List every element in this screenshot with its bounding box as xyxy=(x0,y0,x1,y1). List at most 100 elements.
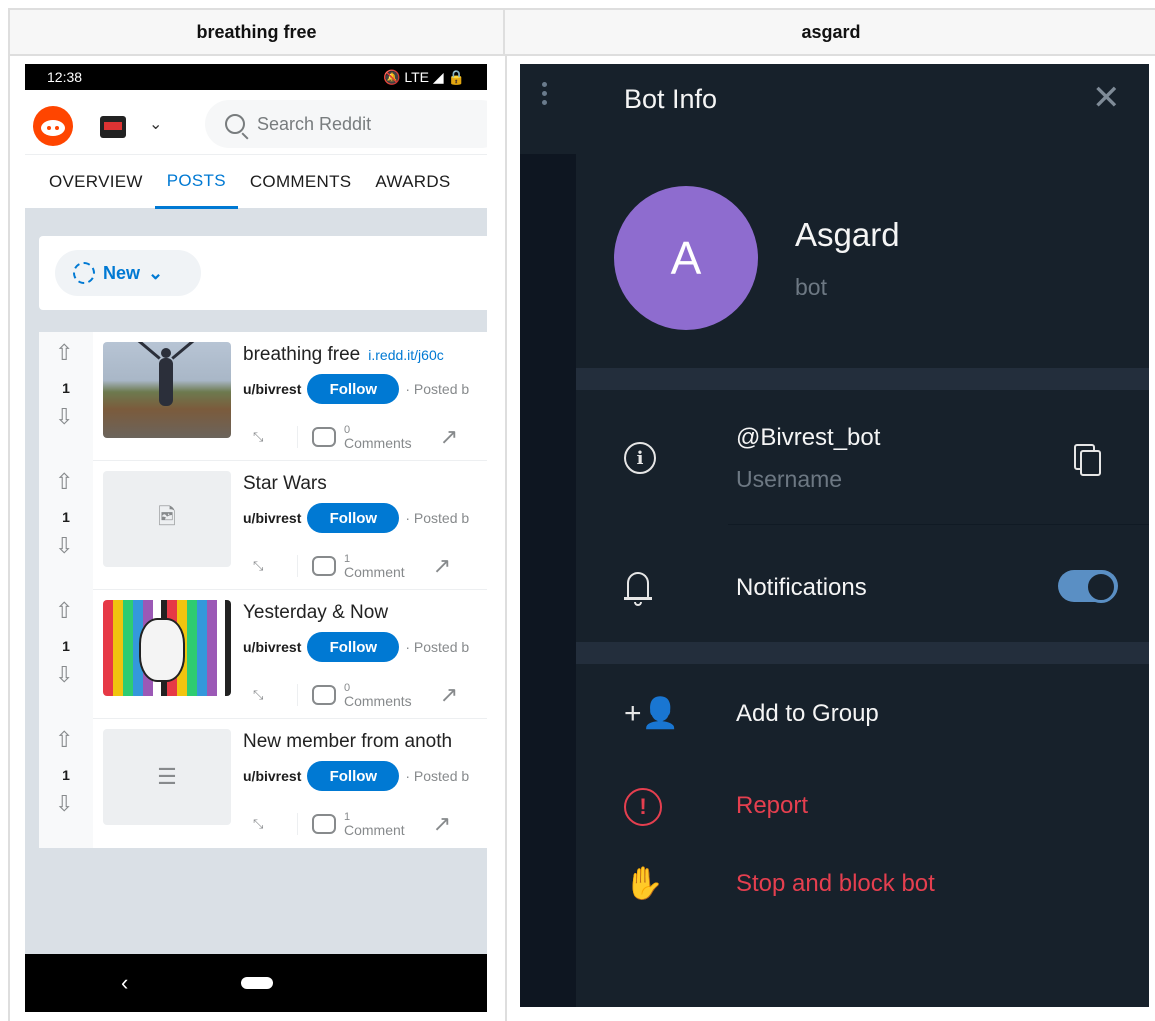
comment-icon[interactable] xyxy=(312,685,336,705)
home-pill-icon[interactable] xyxy=(241,977,273,989)
avatar[interactable]: A xyxy=(614,186,758,330)
comment-count[interactable]: 0 Comments xyxy=(344,424,412,450)
comment-icon[interactable] xyxy=(312,427,336,447)
post-title[interactable]: New member from anoth xyxy=(243,731,452,753)
report-icon: ! xyxy=(624,788,662,826)
stop-and-block-button[interactable]: Stop and block bot xyxy=(736,870,935,898)
post-author[interactable]: u/bivrest xyxy=(243,510,301,526)
downvote-icon[interactable]: ⇩ xyxy=(55,664,73,686)
vote-count: 1 xyxy=(62,509,70,525)
divider xyxy=(297,426,298,448)
status-time: 12:38 xyxy=(47,69,83,85)
tab-posts[interactable]: POSTS xyxy=(154,155,238,209)
search-input[interactable]: Search Reddit xyxy=(205,100,487,148)
image-placeholder-icon[interactable]: 🖻 xyxy=(103,471,231,567)
divider xyxy=(297,813,298,835)
reddit-logo-icon[interactable] xyxy=(33,106,73,146)
post-author[interactable]: u/bivrest xyxy=(243,381,301,397)
new-burst-icon xyxy=(73,262,95,284)
comment-count[interactable]: 0 Comments xyxy=(344,682,412,708)
follow-button[interactable]: Follow xyxy=(307,761,400,791)
tab-awards[interactable]: AWARDS xyxy=(363,155,462,209)
menu-dots-icon[interactable] xyxy=(542,82,548,109)
android-nav-bar: ‹ xyxy=(25,954,487,1012)
comment-count[interactable]: 1 Comment xyxy=(344,553,405,580)
comment-icon[interactable] xyxy=(312,814,336,834)
hand-stop-icon: ✋ xyxy=(624,865,664,901)
post-title-text: breathing free xyxy=(243,344,361,365)
divider xyxy=(728,524,1149,525)
upvote-icon[interactable]: ⇧ xyxy=(55,729,73,751)
section-divider xyxy=(576,642,1149,664)
panel-title: Bot Info xyxy=(624,84,718,114)
comment-label: Comment xyxy=(344,563,405,580)
sidebar-header xyxy=(520,64,576,154)
status-bar: 12:38 🔕 LTE ◢ 🔒 xyxy=(25,64,487,90)
follow-button[interactable]: Follow xyxy=(307,374,400,404)
expand-icon[interactable]: ⤡ xyxy=(253,687,283,703)
chevron-down-icon: ⌄ xyxy=(148,262,164,283)
post-domain-link[interactable]: i.redd.it/j60c xyxy=(368,347,443,363)
list-item[interactable]: ⇧ 1 ⇩ ☰ New member from anoth u/bivrest … xyxy=(39,719,487,848)
share-icon[interactable]: ↗ xyxy=(433,553,451,579)
add-to-group-button[interactable]: Add to Group xyxy=(736,700,879,728)
downvote-icon[interactable]: ⇩ xyxy=(55,406,73,428)
notifications-label[interactable]: Notifications xyxy=(736,574,867,602)
tab-overview[interactable]: OVERVIEW xyxy=(25,155,155,209)
upvote-icon[interactable]: ⇧ xyxy=(55,471,73,493)
follow-button[interactable]: Follow xyxy=(307,503,400,533)
post-actions: ⤡ 0 Comments ↗ xyxy=(253,682,458,708)
sort-dropdown[interactable]: New ⌄ xyxy=(55,250,201,296)
upvote-icon[interactable]: ⇧ xyxy=(55,600,73,622)
expand-icon[interactable]: ⤡ xyxy=(253,816,283,832)
status-indicators: 🔕 LTE ◢ 🔒 xyxy=(383,68,465,85)
share-icon[interactable]: ↗ xyxy=(440,424,458,450)
posted-by-text: · Posted b xyxy=(405,768,470,784)
username-value[interactable]: @Bivrest_bot xyxy=(736,424,880,452)
list-item[interactable]: ⇧ 1 ⇩ 🖻 Star Wars u/bivrest Follow · Pos… xyxy=(39,461,487,590)
chevron-down-icon[interactable]: ⌄ xyxy=(149,114,162,134)
comment-icon[interactable] xyxy=(312,556,336,576)
posted-by-text: · Posted b xyxy=(405,381,470,397)
bot-info-panel: Bot Info ✕ A Asgard bot i @Bivrest_bot U… xyxy=(576,64,1149,1007)
upvote-icon[interactable]: ⇧ xyxy=(55,342,73,364)
telegram-window: Bot Info ✕ A Asgard bot i @Bivrest_bot U… xyxy=(520,64,1149,1007)
comment-count[interactable]: 1 Comment xyxy=(344,811,405,837)
share-icon[interactable]: ↗ xyxy=(440,682,458,708)
downvote-icon[interactable]: ⇩ xyxy=(55,535,73,557)
profile-tabs: OVERVIEW POSTS COMMENTS AWARDS xyxy=(25,154,487,209)
follow-button[interactable]: Follow xyxy=(307,632,400,662)
expand-icon[interactable]: ⤡ xyxy=(253,429,283,445)
downvote-icon[interactable]: ⇩ xyxy=(55,793,73,815)
list-item[interactable]: ⇧ 1 ⇩ breathing free i.redd.it/j60c u/biv… xyxy=(39,332,487,461)
search-icon xyxy=(225,114,245,134)
vote-column: ⇧ 1 ⇩ xyxy=(39,719,93,848)
community-avatar[interactable] xyxy=(100,116,126,138)
post-title[interactable]: breathing free i.redd.it/j60c xyxy=(243,344,444,366)
report-button[interactable]: Report xyxy=(736,792,808,820)
vote-column: ⇧ 1 ⇩ xyxy=(39,461,93,590)
post-title[interactable]: Star Wars xyxy=(243,473,327,495)
close-icon[interactable]: ✕ xyxy=(1092,78,1121,118)
list-item[interactable]: ⇧ 1 ⇩ Yesterday & Now u/bivrest Follow ·… xyxy=(39,590,487,719)
post-meta: u/bivrest Follow · Posted b xyxy=(243,503,469,533)
post-author[interactable]: u/bivrest xyxy=(243,639,301,655)
username-label: Username xyxy=(736,466,843,492)
back-icon[interactable]: ‹ xyxy=(121,970,128,996)
copy-icon[interactable] xyxy=(1074,444,1101,476)
share-icon[interactable]: ↗ xyxy=(433,811,451,837)
notifications-toggle[interactable] xyxy=(1058,570,1118,603)
vote-count: 1 xyxy=(62,638,70,654)
column-divider xyxy=(505,56,507,1021)
post-actions: ⤡ 1 Comment ↗ xyxy=(253,811,451,837)
tab-comments[interactable]: COMMENTS xyxy=(238,155,364,209)
text-post-icon[interactable]: ☰ xyxy=(103,729,231,825)
expand-icon[interactable]: ⤡ xyxy=(253,558,283,574)
post-title[interactable]: Yesterday & Now xyxy=(243,602,388,624)
post-meta: u/bivrest Follow · Posted b xyxy=(243,761,469,791)
post-thumbnail[interactable] xyxy=(103,600,231,696)
post-thumbnail[interactable] xyxy=(103,342,231,438)
column-header-left: breathing free xyxy=(10,8,505,56)
post-author[interactable]: u/bivrest xyxy=(243,768,301,784)
sort-bar: New ⌄ xyxy=(39,236,487,310)
